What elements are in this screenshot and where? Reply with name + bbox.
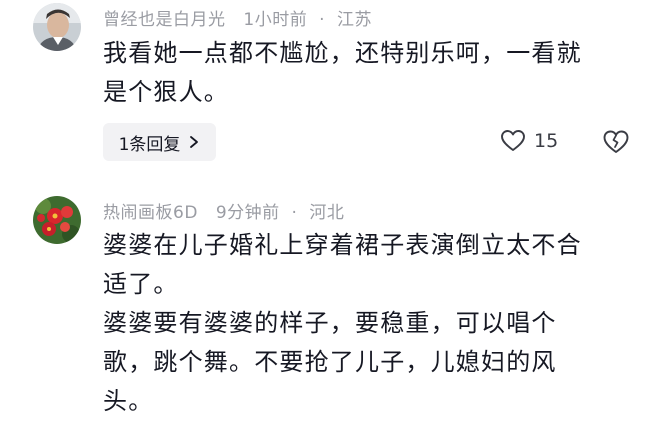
- comment-time: 9分钟前: [215, 203, 280, 223]
- comment-meta: 热闹画板6D 9分钟前 · 河北: [103, 198, 350, 223]
- comment-text-line: 歌，跳个舞。不要抢了儿子，儿媳妇的风: [103, 348, 557, 376]
- comment-time: 1小时前: [243, 10, 308, 30]
- comment-item: 曾经也是白月光 1小时前 · 江苏 我看她一点都不尴尬，还特别乐呵，一看就 是个…: [0, 0, 660, 180]
- view-replies-button[interactable]: 1条回复: [103, 123, 216, 161]
- meta-separator: ·: [319, 10, 326, 30]
- reply-count-label: 1条回复: [118, 134, 181, 155]
- chevron-right-icon: [190, 136, 199, 148]
- meta-separator: ·: [291, 203, 298, 223]
- comment-text-line: 婆婆在儿子婚礼上穿着裙子表演倒立太不合: [103, 231, 582, 259]
- comment-text-line: 是个狠人。: [103, 78, 229, 106]
- like-count: 15: [534, 130, 559, 152]
- username[interactable]: 曾经也是白月光: [103, 10, 226, 30]
- comment-text-line: 婆婆要有婆婆的样子，要稳重，可以唱个: [103, 309, 557, 337]
- comment-text: 我看她一点都不尴尬，还特别乐呵，一看就 是个狠人。: [103, 34, 633, 112]
- comment-text: 婆婆在儿子婚礼上穿着裙子表演倒立太不合 适了。 婆婆要有婆婆的样子，要稳重，可以…: [103, 226, 633, 421]
- comment-location: 江苏: [336, 10, 372, 30]
- like-button[interactable]: 15: [500, 129, 558, 153]
- dislike-button[interactable]: [602, 129, 630, 159]
- avatar-flower-icon[interactable]: [33, 196, 81, 244]
- username[interactable]: 热闹画板6D: [103, 203, 198, 223]
- comment-text-line: 头。: [103, 387, 154, 415]
- comment-text-line: 适了。: [103, 270, 179, 298]
- comment-text-line: 我看她一点都不尴尬，还特别乐呵，一看就: [103, 39, 582, 67]
- comment-location: 河北: [309, 203, 345, 223]
- broken-heart-icon: [603, 130, 629, 153]
- comment-meta: 曾经也是白月光 1小时前 · 江苏: [103, 5, 378, 30]
- avatar-man-icon[interactable]: [33, 3, 81, 51]
- comment-item: 热闹画板6D 9分钟前 · 河北 婆婆在儿子婚礼上穿着裙子表演倒立太不合 适了。…: [0, 188, 660, 422]
- heart-icon: [501, 130, 525, 151]
